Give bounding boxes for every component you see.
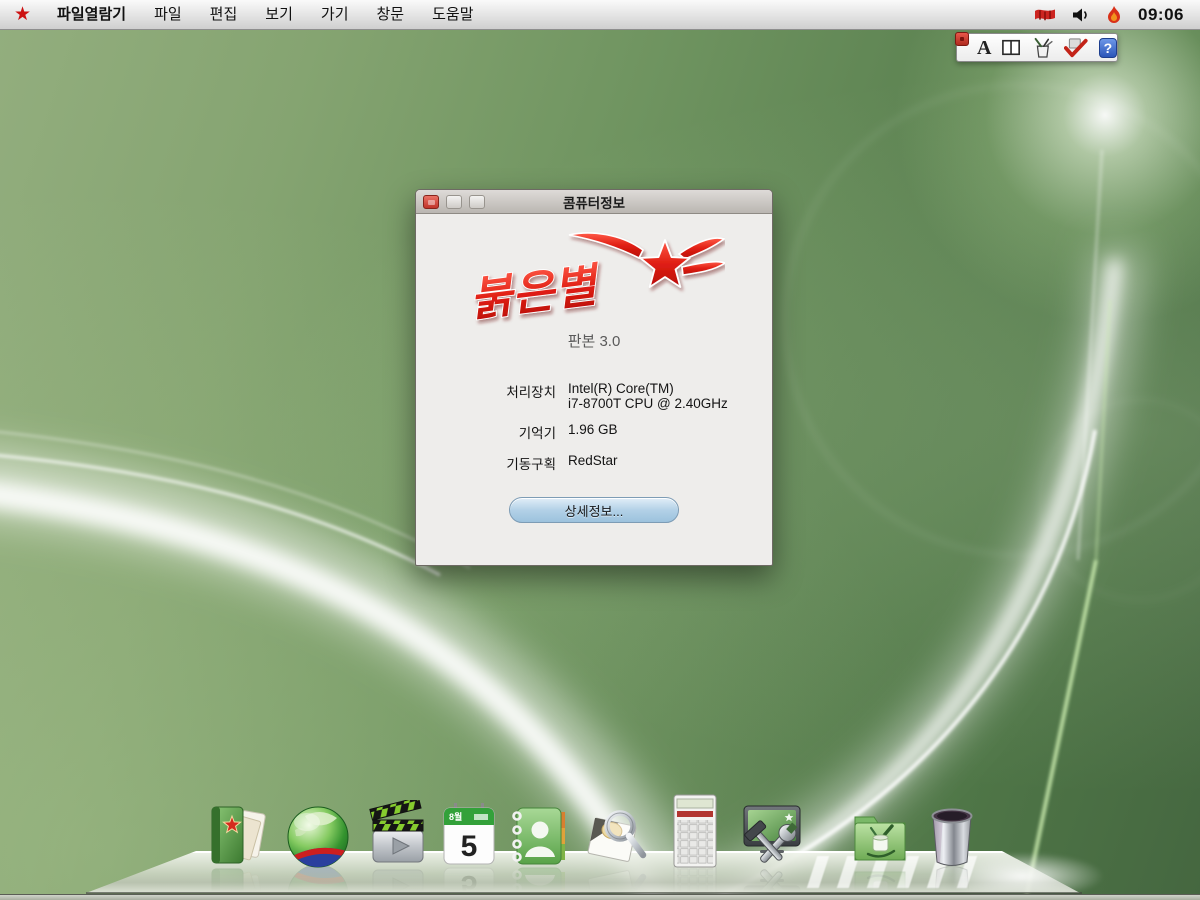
volume-icon[interactable] (1072, 7, 1090, 23)
window-title: 콤퓨터정보 (416, 192, 772, 212)
text-tool-icon[interactable]: A (977, 38, 991, 58)
calendar-day: 5 (461, 830, 478, 863)
desktop-floor-strip (0, 894, 1200, 900)
columns-tool-icon[interactable] (1002, 39, 1020, 56)
menu-window[interactable]: 창문 (363, 0, 419, 30)
system-settings-icon[interactable] (739, 800, 805, 870)
floating-toolbar: A ? (956, 33, 1118, 62)
menu-file[interactable]: 파일 (140, 0, 196, 30)
dock-front-edge (86, 892, 1082, 894)
logo-text: 붉은별 (467, 258, 604, 326)
info-value-boot-partition: RedStar (568, 453, 772, 473)
check-tool-icon[interactable] (1064, 37, 1088, 59)
info-label-boot-partition: 기동구획 (416, 453, 556, 473)
menu-view[interactable]: 보기 (251, 0, 307, 30)
info-label-processor: 처리장치 (416, 381, 556, 411)
search-icon[interactable] (583, 800, 649, 870)
system-info-table: 처리장치 Intel(R) Core(TM) i7-8700T CPU @ 2.… (416, 381, 772, 473)
file-manager-icon[interactable] (204, 800, 270, 870)
window-titlebar[interactable]: 콤퓨터정보 (416, 190, 772, 214)
korean-flag-input-icon[interactable] (1034, 7, 1056, 23)
calendar-month: 8월 (449, 811, 462, 822)
menu-bar: ★ 파일열람기 파일 편집 보기 가기 창문 도움말 09:06 (0, 0, 1200, 30)
calendar-icon[interactable]: 8월 5 (436, 800, 502, 870)
computer-info-window: 콤퓨터정보 붉은별 판본 3.0 처리장치 (415, 189, 773, 566)
calculator-icon[interactable] (662, 792, 728, 870)
red-star-logo: 붉은별 (463, 226, 725, 326)
menu-go[interactable]: 가기 (307, 0, 363, 30)
info-value-processor: Intel(R) Core(TM) i7-8700T CPU @ 2.40GHz (568, 381, 772, 411)
utilities-folder-icon[interactable] (847, 800, 913, 870)
info-label-memory: 기억기 (416, 422, 556, 442)
menubar-clock[interactable]: 09:06 (1138, 5, 1184, 25)
help-tool-icon[interactable]: ? (1099, 38, 1117, 58)
menu-file-browser[interactable]: 파일열람기 (43, 0, 140, 30)
menu-edit[interactable]: 편집 (196, 0, 252, 30)
detail-info-button[interactable]: 상세정보... (509, 497, 679, 523)
version-label: 판본 3.0 (568, 330, 621, 351)
pen-cup-tool-icon[interactable] (1032, 37, 1054, 59)
dock: 8월 5 (0, 798, 1200, 874)
window-body: 붉은별 판본 3.0 처리장치 Intel(R) Core(TM) i7-870… (416, 214, 772, 523)
menu-help[interactable]: 도움말 (418, 0, 487, 30)
trash-icon[interactable] (919, 800, 985, 870)
media-player-icon[interactable] (365, 800, 431, 870)
toolbar-close-chip-icon[interactable] (955, 32, 969, 46)
info-value-memory: 1.96 GB (568, 422, 772, 442)
red-star-menu-icon[interactable]: ★ (0, 0, 43, 30)
torch-icon[interactable] (1106, 6, 1122, 24)
web-browser-icon[interactable] (285, 800, 351, 870)
address-book-icon[interactable] (507, 800, 573, 870)
